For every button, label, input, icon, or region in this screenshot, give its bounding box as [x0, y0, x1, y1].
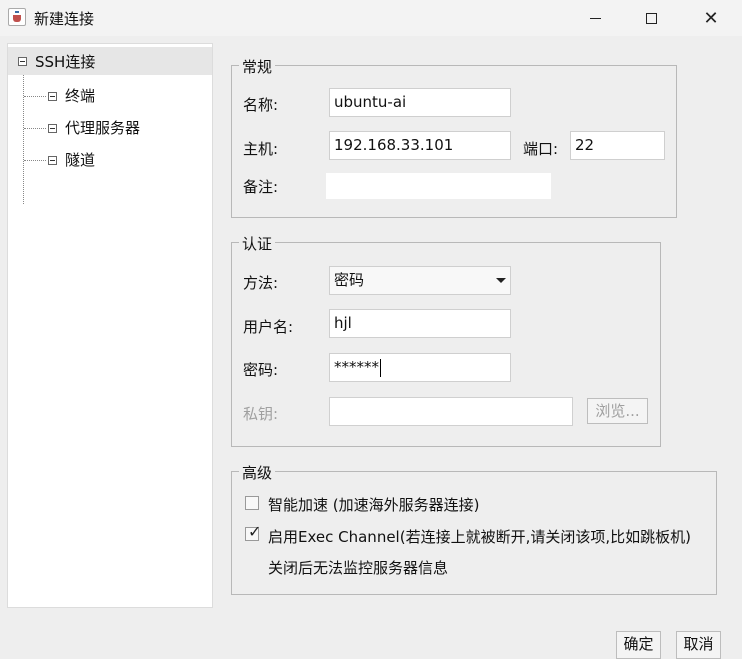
method-label: 方法:: [243, 274, 279, 292]
browse-button[interactable]: 浏览...: [587, 398, 648, 424]
private-key-field[interactable]: [329, 397, 573, 426]
collapse-icon[interactable]: [18, 57, 27, 66]
username-field[interactable]: hjl: [329, 309, 511, 338]
note-label: 备注:: [243, 178, 279, 196]
close-icon: ✕: [703, 7, 719, 29]
tree-item-label: 代理服务器: [65, 119, 141, 137]
exec-label[interactable]: 启用Exec Channel(若连接上就被断开,请关闭该项,比如跳板机): [268, 526, 691, 547]
group-title: 高级: [239, 462, 276, 483]
name-field[interactable]: ubuntu-ai: [329, 88, 511, 117]
tree-item-ssh[interactable]: SSH连接: [8, 47, 212, 75]
exec-checkbox[interactable]: ✓: [245, 522, 262, 541]
maximize-button[interactable]: [628, 0, 674, 36]
password-value: ******: [334, 358, 379, 376]
password-field[interactable]: ******: [329, 353, 511, 382]
private-key-label: 私钥:: [243, 405, 279, 423]
tree-item-label: 终端: [65, 87, 96, 105]
name-label: 名称:: [243, 96, 279, 114]
exec-note: 关闭后无法监控服务器信息: [268, 559, 449, 577]
maximize-icon: [645, 12, 657, 24]
method-value: 密码: [334, 271, 365, 289]
collapse-icon[interactable]: [48, 92, 57, 101]
note-field[interactable]: [326, 173, 551, 199]
host-field[interactable]: 192.168.33.101: [329, 131, 511, 160]
host-label: 主机:: [243, 140, 279, 158]
text-caret: [380, 358, 381, 377]
minimize-button[interactable]: [572, 0, 618, 36]
collapse-icon[interactable]: [48, 124, 57, 133]
group-title: 认证: [239, 233, 276, 254]
accel-label[interactable]: 智能加速 (加速海外服务器连接): [268, 494, 479, 515]
java-app-icon: [8, 8, 26, 26]
minimize-icon: [589, 17, 601, 19]
title-bar: 新建连接 ✕: [0, 0, 742, 36]
password-label: 密码:: [243, 361, 279, 379]
collapse-icon[interactable]: [48, 156, 57, 165]
port-field[interactable]: 22: [570, 131, 665, 160]
cancel-button[interactable]: 取消: [676, 631, 721, 659]
tree-item-label: SSH连接: [35, 53, 96, 71]
port-label: 端口:: [523, 140, 559, 158]
method-select[interactable]: 密码: [329, 266, 511, 295]
ok-button[interactable]: 确定: [616, 631, 661, 659]
dropdown-arrow-icon: [496, 278, 506, 283]
settings-tree: SSH连接 终端 代理服务器 隧道: [7, 43, 213, 608]
tree-item-label: 隧道: [65, 151, 96, 169]
group-title: 常规: [239, 56, 276, 77]
checkmark-icon: ✓: [248, 522, 262, 541]
username-label: 用户名:: [243, 318, 294, 336]
tree-connector: [23, 75, 24, 204]
accel-checkbox[interactable]: [245, 496, 259, 510]
close-button[interactable]: ✕: [688, 0, 734, 36]
window-title: 新建连接: [34, 10, 95, 28]
